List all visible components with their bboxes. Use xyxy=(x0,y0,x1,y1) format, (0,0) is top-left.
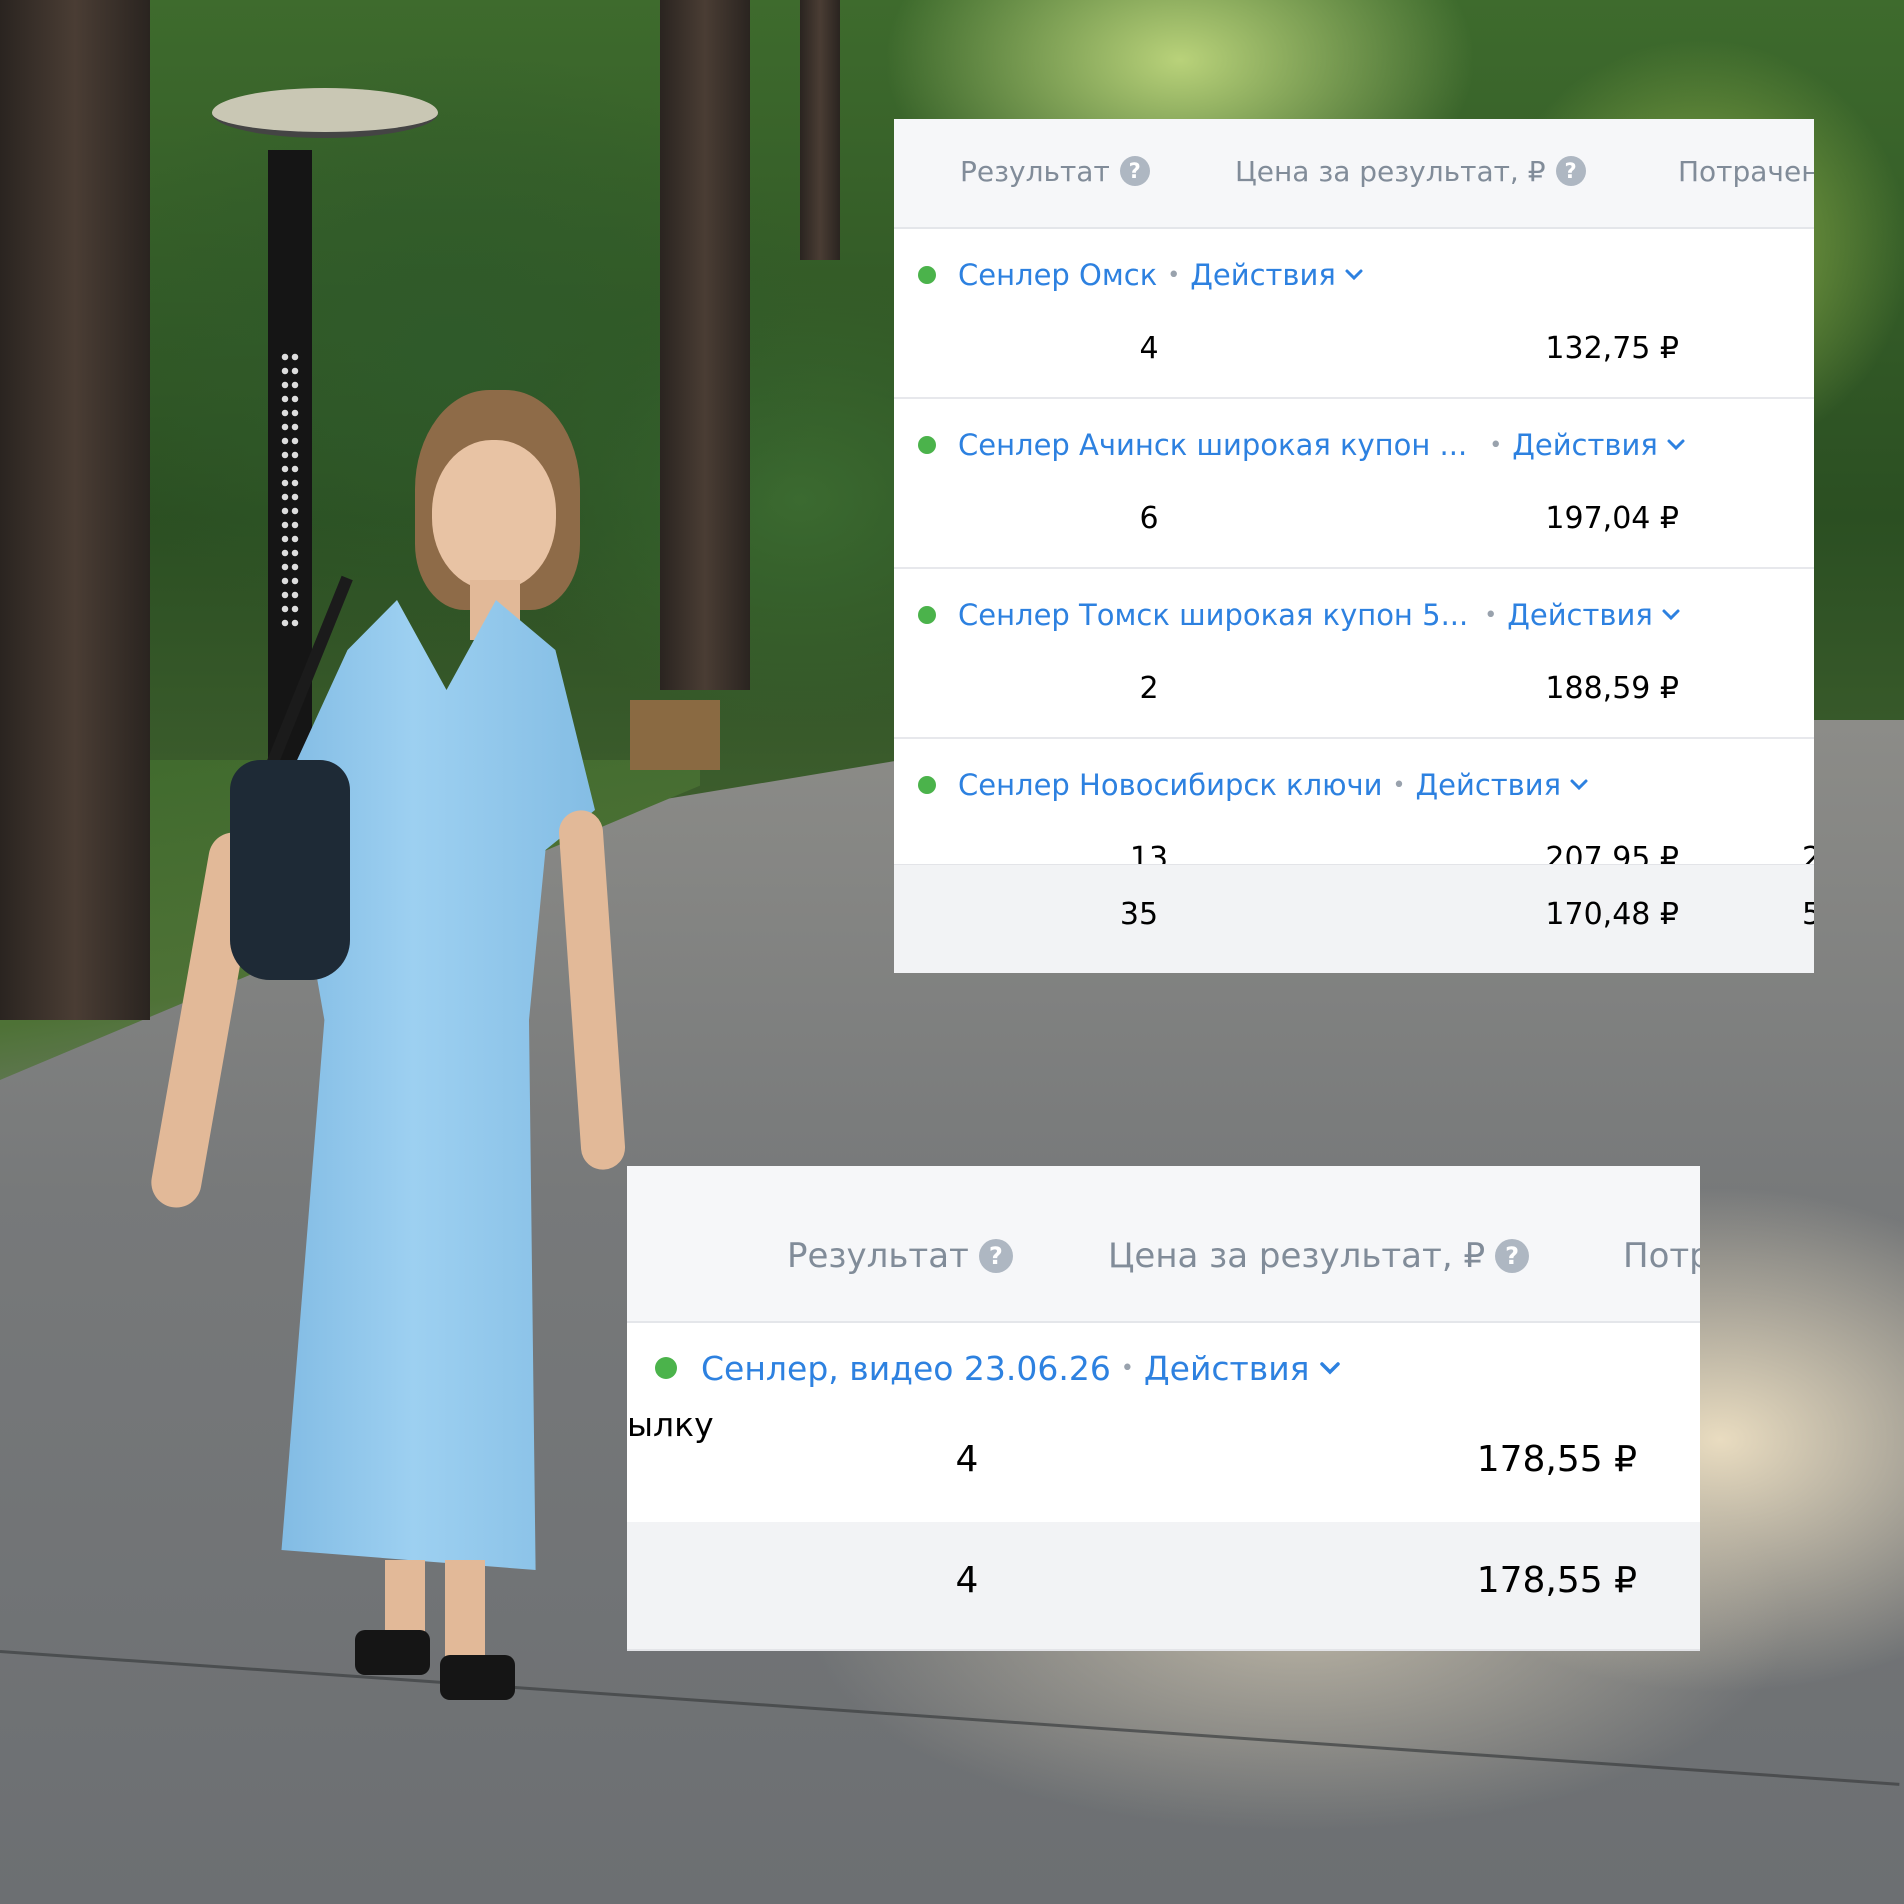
campaign-link[interactable]: Сенлер Омск xyxy=(958,258,1157,292)
campaign-link[interactable]: Сенлер, видео 23.06.26 xyxy=(701,1349,1111,1388)
table-row: Сенлер Томск широкая купон 5... • Действ… xyxy=(894,567,1814,739)
result-value: 6 xyxy=(1139,501,1159,536)
green-dot-icon xyxy=(918,266,936,284)
separator-dot: • xyxy=(1120,1355,1134,1381)
face xyxy=(432,440,556,590)
campaign-name-line: Сенлер Омск • Действия xyxy=(918,255,1364,295)
separator-dot: • xyxy=(1484,602,1498,628)
actions-dropdown[interactable]: Действия xyxy=(1190,258,1336,292)
campaign-name-line: Сенлер Ачинск широкая купон ... • Действ… xyxy=(918,425,1686,465)
separator-dot: • xyxy=(1167,262,1181,288)
right-sandal xyxy=(440,1655,515,1700)
actions-dropdown[interactable]: Действия xyxy=(1507,598,1653,632)
chevron-down-icon[interactable] xyxy=(1661,608,1681,622)
blue-dress xyxy=(265,600,595,1570)
question-circle-icon[interactable]: ? xyxy=(1119,156,1150,186)
campaign-link[interactable]: Сенлер Ачинск широкая купон ... xyxy=(958,428,1467,462)
table-row: Сенлер, видео 23.06.26 • Действия ылку 4… xyxy=(627,1321,1700,1524)
price-value: 197,04 ₽ xyxy=(1545,501,1679,536)
totals-row: 4 178,55 ₽ xyxy=(627,1522,1700,1651)
price-value: 132,75 ₽ xyxy=(1545,331,1679,366)
price-value: 188,59 ₽ xyxy=(1545,671,1679,706)
tree-trunk-back xyxy=(800,0,840,260)
campaign-link[interactable]: Сенлер Новосибирск ключи xyxy=(958,768,1383,802)
shoulder-bag xyxy=(230,760,350,980)
campaign-link[interactable]: Сенлер Томск широкая купон 5... xyxy=(958,598,1468,632)
chevron-down-icon[interactable] xyxy=(1569,778,1589,792)
totals-row: 35 170,48 ₽ 5 xyxy=(894,864,1814,973)
actions-dropdown[interactable]: Действия xyxy=(1415,768,1561,802)
table-row: Сенлер Омск • Действия 4 132,75 ₽ xyxy=(894,227,1814,399)
ads-stats-panel-bottom: Результат ? Цена за результат, ₽ ? Потр … xyxy=(627,1166,1700,1651)
question-circle-icon[interactable]: ? xyxy=(978,1239,1013,1273)
street-lamp-head xyxy=(212,88,438,138)
total-result: 35 xyxy=(1119,897,1159,932)
green-dot-icon xyxy=(918,436,936,454)
campaign-name-line: Сенлер Новосибирск ключи • Действия xyxy=(918,765,1589,805)
separator-dot: • xyxy=(1489,432,1503,458)
tree-trunk-mid xyxy=(660,0,750,690)
ads-stats-panel-top: Результат ? Цена за результат, ₽ ? Потра… xyxy=(894,119,1814,973)
tree-trunk-left xyxy=(0,0,150,1020)
total-price: 170,48 ₽ xyxy=(1545,897,1679,932)
left-cut-text: ылку xyxy=(627,1405,714,1444)
right-arm xyxy=(557,808,627,1172)
left-sandal xyxy=(355,1630,430,1675)
column-spent-label: Потр xyxy=(1623,1236,1700,1276)
green-dot-icon xyxy=(918,606,936,624)
question-circle-icon[interactable]: ? xyxy=(1555,156,1586,186)
total-spent-partial: 5 xyxy=(1802,897,1814,932)
price-value: 178,55 ₽ xyxy=(1476,1439,1637,1480)
table-header: Результат ? Цена за результат, ₽ ? Потр xyxy=(627,1166,1700,1323)
woman-figure xyxy=(147,390,660,1700)
total-price: 178,55 ₽ xyxy=(1476,1560,1637,1601)
total-result: 4 xyxy=(955,1560,979,1601)
actions-dropdown[interactable]: Действия xyxy=(1512,428,1658,462)
chevron-down-icon[interactable] xyxy=(1344,268,1364,282)
column-price-label: Цена за результат, ₽ xyxy=(1108,1236,1486,1276)
campaign-name-line: Сенлер Томск широкая купон 5... • Действ… xyxy=(918,595,1681,635)
table-row: Сенлер Ачинск широкая купон ... • Действ… xyxy=(894,397,1814,569)
result-value: 4 xyxy=(1139,331,1159,366)
result-value: 4 xyxy=(955,1439,979,1480)
column-result-label: Результат xyxy=(787,1236,969,1276)
column-result-label: Результат xyxy=(960,154,1110,188)
table-header: Результат ? Цена за результат, ₽ ? Потра… xyxy=(894,119,1814,229)
question-circle-icon[interactable]: ? xyxy=(1495,1239,1530,1273)
column-price-label: Цена за результат, ₽ xyxy=(1235,154,1546,188)
green-dot-icon xyxy=(918,776,936,794)
campaign-name-line: Сенлер, видео 23.06.26 • Действия xyxy=(655,1343,1342,1393)
actions-dropdown[interactable]: Действия xyxy=(1144,1349,1310,1388)
chevron-down-icon[interactable] xyxy=(1318,1360,1342,1376)
green-dot-icon xyxy=(655,1357,677,1379)
separator-dot: • xyxy=(1392,772,1406,798)
chevron-down-icon[interactable] xyxy=(1666,438,1686,452)
column-spent-label: Потрачен xyxy=(1678,154,1814,188)
result-value: 2 xyxy=(1139,671,1159,706)
